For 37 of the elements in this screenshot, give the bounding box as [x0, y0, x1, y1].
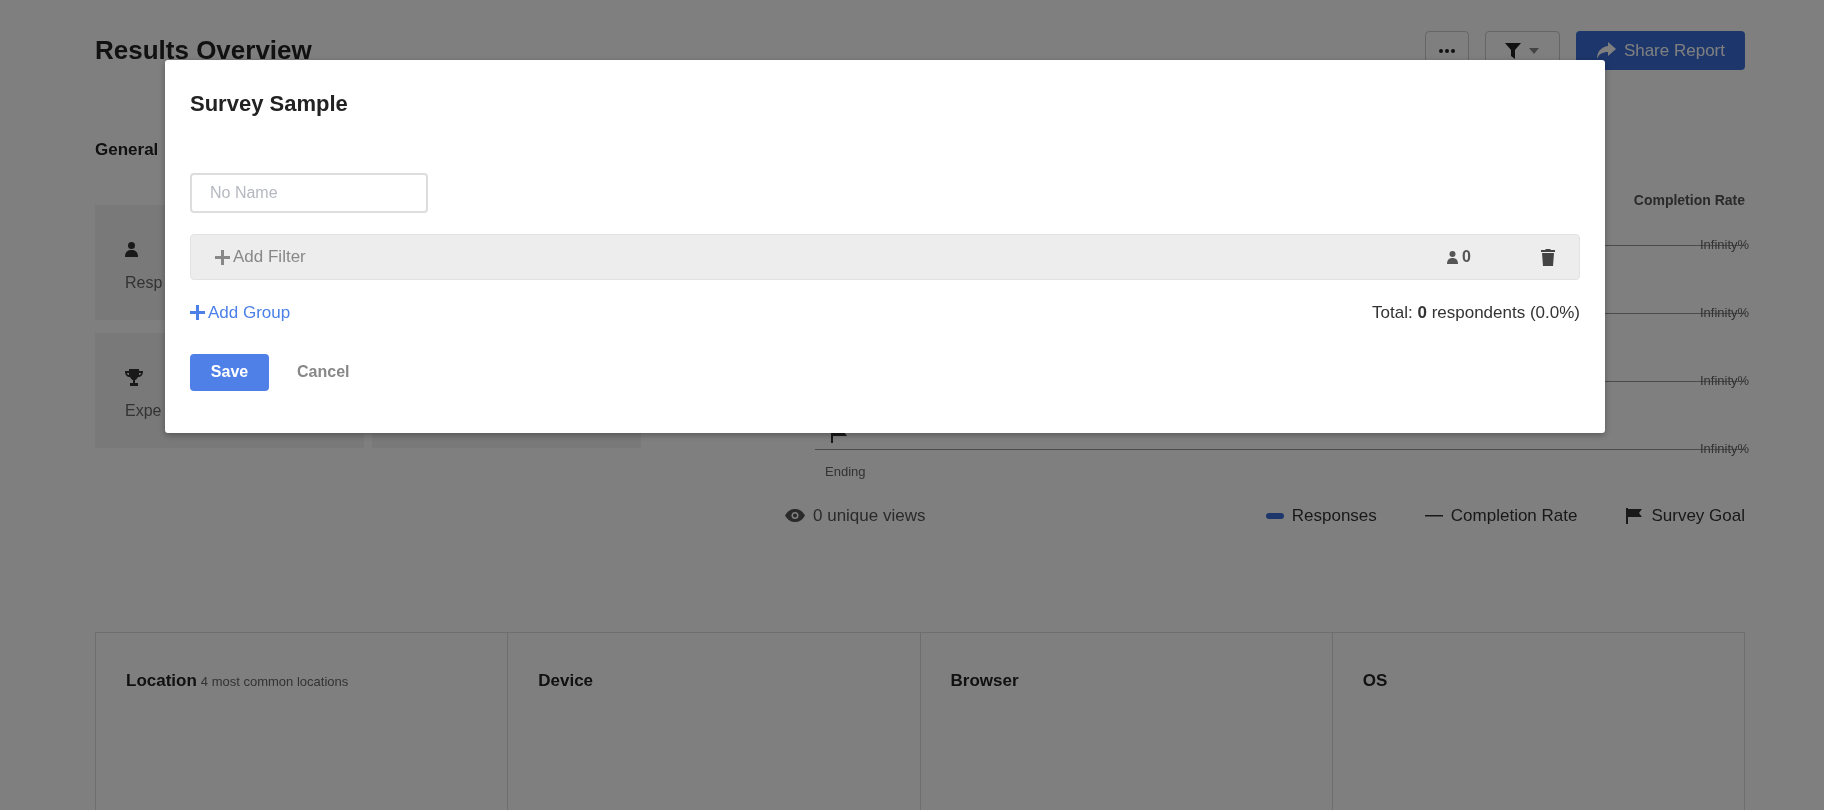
plus-icon [190, 305, 205, 321]
stat-label: Expe [125, 401, 162, 421]
section-title: General [95, 140, 160, 160]
page-title: Results Overview [95, 34, 312, 67]
save-button[interactable]: Save [190, 353, 269, 391]
eye-icon [785, 509, 805, 523]
views-count: 0 unique views [813, 505, 926, 527]
legend-bar-icon [1265, 512, 1284, 519]
caret-icon [1529, 47, 1540, 54]
total-text: Total: 0 respondents (0.0%) [1372, 302, 1580, 324]
share-icon [1595, 41, 1616, 60]
legend-label: Survey Goal [1651, 505, 1745, 527]
panel-title: Device [538, 670, 594, 692]
cancel-button[interactable]: Cancel [297, 360, 350, 384]
panel-subtitle: 4 most common locations [200, 673, 349, 691]
legend-line-icon [1424, 514, 1443, 517]
flag-icon [1625, 507, 1644, 524]
name-input-field[interactable]: No Name [190, 173, 428, 213]
person-icon [125, 241, 138, 257]
axis-label: Ending [825, 463, 866, 481]
legend-label: Responses [1291, 505, 1377, 527]
more-icon [1438, 48, 1455, 53]
legend-label: Completion Rate [1450, 505, 1578, 527]
panel-title: Browser [950, 670, 1019, 692]
delete-icon[interactable] [1541, 248, 1555, 266]
add-group-button[interactable]: Add Group [190, 300, 291, 326]
plus-icon [215, 249, 230, 265]
panel-title: Location [126, 670, 197, 692]
panel-title: OS [1362, 670, 1388, 692]
stat-label: Resp [125, 273, 163, 293]
person-icon [1447, 250, 1459, 264]
trophy-icon [125, 368, 143, 386]
respondent-count: 0 [1462, 247, 1471, 267]
add-filter-button[interactable]: Add Filter [215, 244, 306, 270]
modal-title: Survey Sample [190, 90, 349, 118]
share-report-button[interactable]: Share Report [1575, 31, 1745, 70]
column-header: Completion Rate [1632, 191, 1745, 210]
